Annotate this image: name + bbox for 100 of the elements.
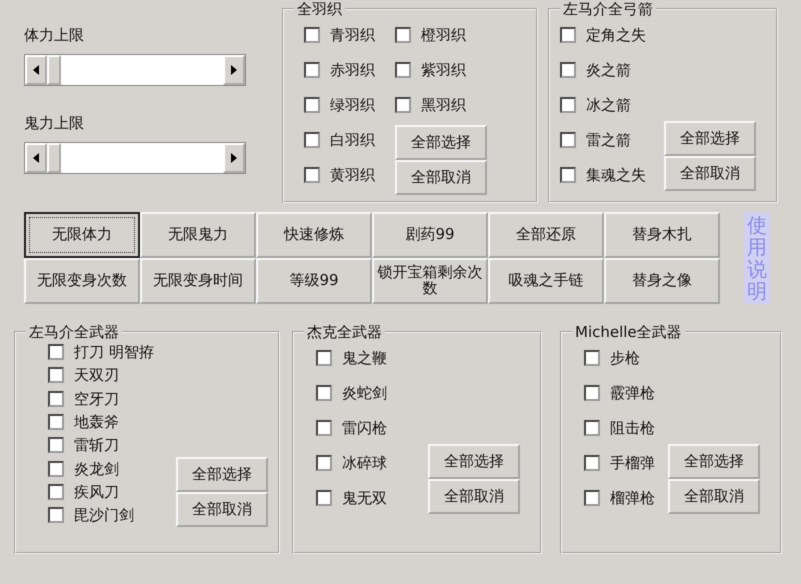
checkbox-label[interactable]: 雷之箭 <box>586 131 631 149</box>
checkbox[interactable] <box>48 367 64 384</box>
checkbox[interactable] <box>304 167 320 183</box>
checkbox[interactable] <box>304 27 320 43</box>
checkbox-label[interactable]: 空牙刀 <box>74 390 119 408</box>
right-triangle-icon <box>231 65 237 75</box>
checkbox-label[interactable]: 天双刃 <box>74 366 119 384</box>
checkbox[interactable] <box>48 460 64 477</box>
checkbox[interactable] <box>48 507 64 524</box>
checkbox-label[interactable]: 集魂之失 <box>586 166 646 184</box>
scrollbar[interactable] <box>24 142 246 174</box>
checkbox[interactable] <box>316 490 332 506</box>
checkbox[interactable] <box>304 62 320 78</box>
checkbox-label[interactable]: 疾风刀 <box>74 482 119 501</box>
checkbox-label[interactable]: 阻击枪 <box>610 419 655 437</box>
checkbox[interactable] <box>584 385 600 401</box>
checkbox[interactable] <box>584 455 600 471</box>
left-triangle-icon <box>33 65 39 75</box>
checkbox[interactable] <box>584 350 600 366</box>
checkbox[interactable] <box>560 97 576 113</box>
checkbox-label[interactable]: 青羽织 <box>330 26 375 44</box>
checkbox[interactable] <box>48 390 64 407</box>
checkbox-label[interactable]: 白羽织 <box>330 131 375 149</box>
action-button[interactable]: 全部还原 <box>488 212 604 258</box>
checkbox-label[interactable]: 赤羽织 <box>330 61 375 79</box>
action-button[interactable]: 无限体力 <box>24 212 140 258</box>
group-title: 全羽织 <box>296 1 343 18</box>
checkbox[interactable] <box>304 132 320 148</box>
checkbox[interactable] <box>584 490 600 506</box>
scroll-left-button[interactable] <box>25 143 47 173</box>
checkbox[interactable] <box>304 97 320 113</box>
checkbox-label[interactable]: 鬼无双 <box>342 489 387 507</box>
checkbox-label[interactable]: 黑羽织 <box>421 96 466 114</box>
checkbox[interactable] <box>48 344 64 360</box>
group-button[interactable]: 全部取消 <box>395 160 487 194</box>
checkbox-label[interactable]: 紫羽织 <box>421 61 466 79</box>
action-button[interactable]: 无限鬼力 <box>140 212 256 258</box>
checkbox-label[interactable]: 雷闪枪 <box>342 419 387 437</box>
checkbox[interactable] <box>560 132 576 148</box>
checkbox-label[interactable]: 炎蛇剑 <box>342 384 387 402</box>
checkbox[interactable] <box>395 97 411 113</box>
action-button[interactable]: 快速修炼 <box>256 212 372 258</box>
checkbox-label[interactable]: 手榴弹 <box>610 454 655 472</box>
group-button[interactable]: 全部选择 <box>664 120 756 156</box>
scroll-thumb[interactable] <box>47 55 61 85</box>
checkbox-label[interactable]: 霰弹枪 <box>610 384 655 402</box>
right-triangle-icon <box>231 153 237 163</box>
group-button[interactable]: 全部取消 <box>664 156 756 190</box>
action-button[interactable]: 等级99 <box>256 258 372 304</box>
group-title: 左马介全武器 <box>28 324 120 340</box>
group-button[interactable]: 全部取消 <box>176 492 268 527</box>
scroll-right-button[interactable] <box>223 55 245 85</box>
checkbox[interactable] <box>584 420 600 436</box>
checkbox-label[interactable]: 雷斩刀 <box>74 436 119 454</box>
checkbox[interactable] <box>316 455 332 471</box>
checkbox[interactable] <box>395 27 411 43</box>
action-button[interactable]: 无限变身时间 <box>140 258 256 304</box>
scrollbar[interactable] <box>24 54 246 86</box>
checkbox-label[interactable]: 地轰斧 <box>74 413 119 432</box>
checkbox[interactable] <box>560 27 576 43</box>
checkbox-label[interactable]: 步枪 <box>610 349 640 367</box>
left-triangle-icon <box>33 153 39 163</box>
group-title: 左马介全弓箭 <box>562 1 654 18</box>
scroll-thumb[interactable] <box>47 143 61 173</box>
checkbox-label[interactable]: 冰碎球 <box>342 454 387 472</box>
checkbox-label[interactable]: 打刀 明智拵 <box>74 343 154 362</box>
group-button[interactable]: 全部选择 <box>395 124 487 160</box>
checkbox-label[interactable]: 绿羽织 <box>330 96 375 114</box>
checkbox[interactable] <box>560 167 576 183</box>
checkbox[interactable] <box>316 350 332 366</box>
checkbox-label[interactable]: 炎之箭 <box>586 61 631 79</box>
checkbox-label[interactable]: 定角之失 <box>586 26 646 44</box>
action-button[interactable]: 锁开宝箱剩余次数 <box>372 258 488 304</box>
checkbox[interactable] <box>48 484 64 500</box>
group-button[interactable]: 全部选择 <box>428 444 520 478</box>
action-button[interactable]: 剧药99 <box>372 212 488 258</box>
checkbox[interactable] <box>395 62 411 78</box>
scroll-left-button[interactable] <box>25 55 47 85</box>
action-button[interactable]: 替身之像 <box>604 258 720 304</box>
action-button[interactable]: 无限变身次数 <box>24 258 140 304</box>
checkbox[interactable] <box>560 62 576 78</box>
checkbox[interactable] <box>48 437 64 454</box>
checkbox-label[interactable]: 鬼之鞭 <box>342 349 387 367</box>
checkbox-label[interactable]: 炎龙剑 <box>74 460 119 478</box>
checkbox-label[interactable]: 榴弹枪 <box>610 489 655 507</box>
group-button[interactable]: 全部取消 <box>668 478 760 514</box>
action-button[interactable]: 吸魂之手链 <box>488 258 604 304</box>
checkbox[interactable] <box>48 414 64 430</box>
checkbox[interactable] <box>316 420 332 436</box>
checkbox-label[interactable]: 黄羽织 <box>330 166 375 184</box>
group-button[interactable]: 全部选择 <box>176 456 268 492</box>
slider-label: 鬼力上限 <box>24 114 85 132</box>
checkbox-label[interactable]: 橙羽织 <box>421 26 466 44</box>
checkbox[interactable] <box>316 385 332 401</box>
scroll-right-button[interactable] <box>223 143 245 173</box>
action-button[interactable]: 替身木扎 <box>604 212 720 258</box>
checkbox-label[interactable]: 冰之箭 <box>586 96 631 114</box>
group-button[interactable]: 全部取消 <box>428 478 520 514</box>
checkbox-label[interactable]: 毘沙门剑 <box>74 506 134 524</box>
group-button[interactable]: 全部选择 <box>668 444 760 478</box>
